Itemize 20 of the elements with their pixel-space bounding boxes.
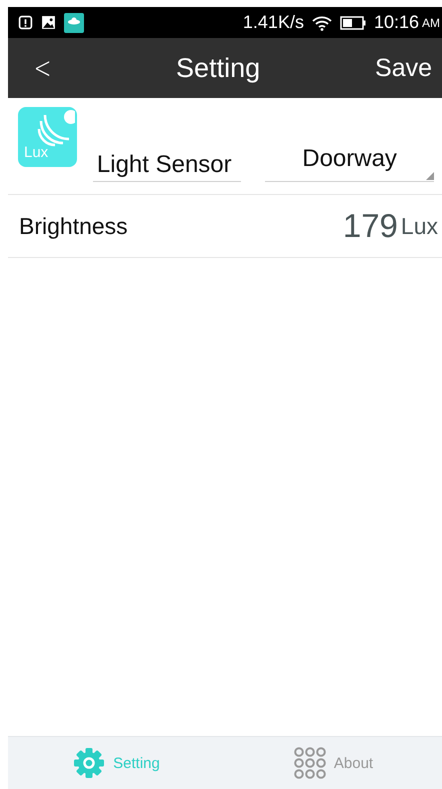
reading-label: Brightness (19, 212, 128, 240)
clock-period: AM (422, 16, 440, 30)
dropdown-corner-icon (426, 172, 434, 180)
app-icon (64, 12, 84, 32)
icon-label: Lux (24, 144, 48, 161)
grid-icon (294, 747, 326, 779)
sensor-name-field[interactable]: Light Sensor (92, 151, 242, 182)
wifi-icon (312, 14, 332, 30)
save-button[interactable]: Save (375, 54, 432, 82)
location-dropdown[interactable]: Doorway (265, 145, 434, 182)
clock: 10:16 (374, 12, 419, 33)
alert-icon (18, 15, 33, 30)
screen-title: Setting (176, 52, 260, 84)
back-button[interactable]: < (30, 50, 56, 86)
gear-icon (73, 747, 106, 779)
battery-icon (340, 16, 366, 30)
image-icon (41, 15, 56, 30)
network-speed: 1.41K/s (242, 12, 304, 33)
reading-value: 179 (342, 207, 398, 245)
reading-unit: Lux (400, 212, 438, 240)
